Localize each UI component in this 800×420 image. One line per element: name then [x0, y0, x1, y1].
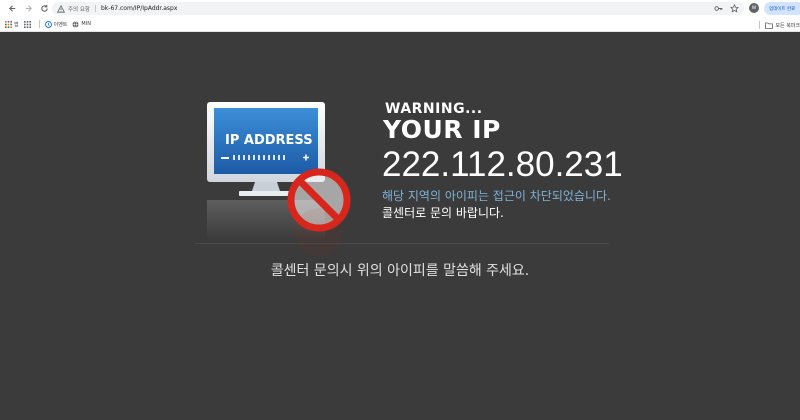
- event-icon: [44, 20, 52, 28]
- profile-avatar[interactable]: W: [749, 3, 759, 13]
- bookmark-label: 이벤트: [53, 21, 68, 28]
- bookmark-star-icon[interactable]: [730, 4, 739, 13]
- blocked-region-message: 해당 지역의 아이피는 접근이 차단되었습니다.: [382, 189, 611, 203]
- your-ip-heading: YOUR IP: [383, 115, 501, 144]
- bookmark-label: 앱: [14, 21, 19, 28]
- update-button[interactable]: 업데이트 완료: [764, 2, 800, 15]
- contact-callcenter-message: 콜센터로 문의 바랍니다.: [382, 206, 504, 220]
- bookmarks-separator: [759, 21, 761, 29]
- omnibox-actions: [714, 4, 739, 13]
- illustration-label: IP ADDRESS: [225, 133, 313, 148]
- password-key-icon[interactable]: [714, 4, 723, 13]
- bookmark-event[interactable]: 이벤트: [44, 20, 68, 28]
- security-status-label[interactable]: 주의 요함: [68, 5, 90, 13]
- back-arrow-icon[interactable]: [6, 2, 19, 15]
- globe-icon: [72, 20, 79, 28]
- not-secure-warning-icon[interactable]: [57, 4, 65, 13]
- bookmark-min[interactable]: MIN: [72, 20, 91, 28]
- content-divider: [195, 243, 609, 244]
- bookmarks-separator: [38, 20, 40, 28]
- all-bookmarks-label: 모든 북마크: [775, 22, 800, 29]
- google-apps-icon: [23, 20, 31, 28]
- browser-toolbar: 주의 요함 bk-67.com/IP/IpAddr.aspx W 업데이트 완료: [0, 0, 800, 17]
- apps-grid-icon: [5, 20, 12, 28]
- url-text[interactable]: bk-67.com/IP/IpAddr.aspx: [101, 5, 177, 12]
- omnibox-separator: [95, 5, 96, 12]
- folder-icon: [765, 22, 774, 29]
- bookmarks-bar: 앱 이벤트 MIN 모든 북마크: [0, 17, 800, 32]
- blocked-ip-monitor-illustration: IP ADDRESS: [207, 102, 351, 256]
- bookmark-label: MIN: [81, 21, 91, 27]
- monitor-stand: [252, 182, 280, 191]
- address-bar[interactable]: 주의 요함 bk-67.com/IP/IpAddr.aspx: [52, 2, 744, 15]
- bookmark-apps[interactable]: 앱: [5, 20, 19, 28]
- all-bookmarks[interactable]: 모든 북마크: [759, 21, 800, 29]
- callcenter-notice: 콜센터 문의시 위의 아이피를 말씀해 주세요.: [270, 263, 530, 279]
- page-content: IP ADDRESS WARNING... YOUR IP 222.112.80…: [0, 33, 800, 420]
- reload-icon[interactable]: [38, 2, 51, 15]
- blocked-ip-address: 222.112.80.231: [382, 145, 623, 184]
- bookmark-google-apps[interactable]: [23, 20, 33, 28]
- forward-arrow-icon[interactable]: [22, 2, 35, 15]
